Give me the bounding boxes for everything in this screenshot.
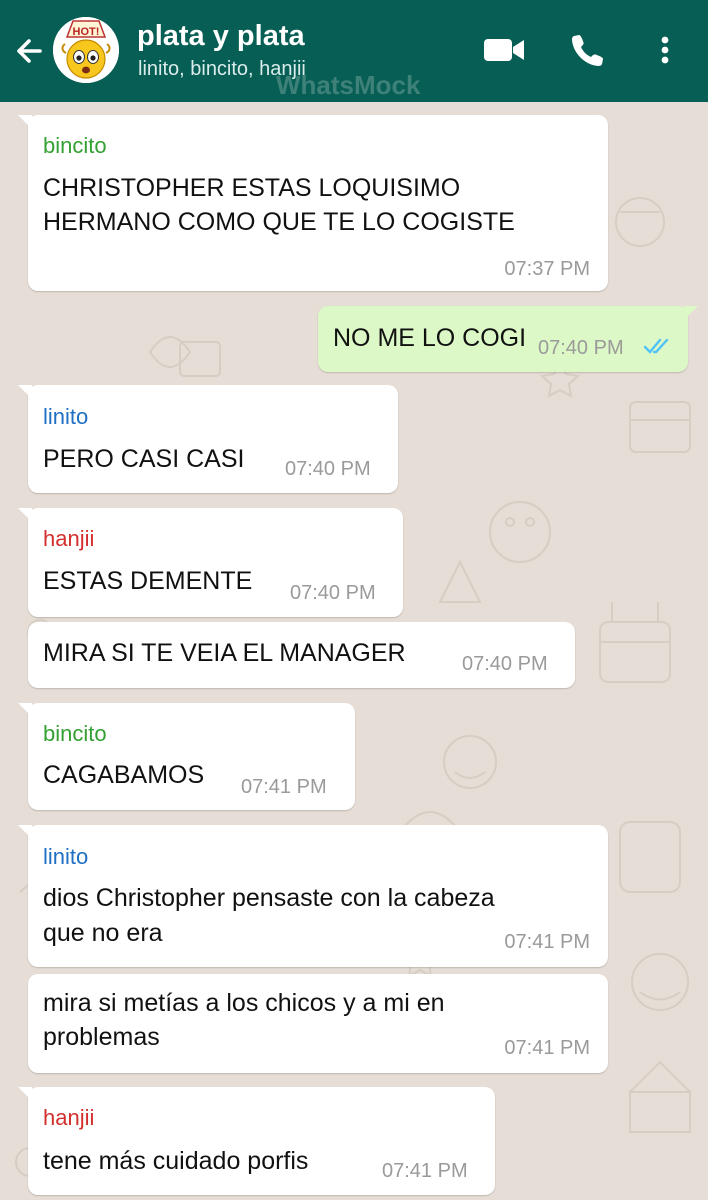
chat-area[interactable]: bincito CHRISTOPHER ESTAS LOQUISIMO HERM… [0,102,708,1200]
message-bubble[interactable]: hanjii ESTAS DEMENTE 07:40 PM [18,508,403,617]
phone-icon[interactable] [566,30,610,70]
sender-name[interactable]: bincito [43,721,107,747]
message-text: CAGABAMOS [43,761,205,789]
message-time: 07:41 PM [504,1037,590,1059]
message-bubble[interactable]: bincito CHRISTOPHER ESTAS LOQUISIMO HERM… [18,115,608,291]
message-text: PERO CASI CASI [43,445,245,473]
message-text: tene más cuidado porfis [43,1147,309,1175]
message-time: 07:40 PM [462,653,548,675]
bubble-tail [18,825,32,839]
message-text: problemas [43,1023,160,1051]
bubble-tail [684,306,698,320]
message-bubble[interactable]: linito dios Christopher pensaste con la … [18,825,608,967]
sender-name[interactable]: hanjii [43,1105,94,1131]
sender-name[interactable]: linito [43,844,88,870]
message-text: que no era [43,919,163,947]
message-time: 07:40 PM [538,337,624,359]
bubble-tail [18,703,32,717]
message-bubble-outgoing[interactable]: NO ME LO COGI 07:40 PM [318,306,698,372]
video-call-icon[interactable] [482,30,526,70]
message-time: 07:41 PM [382,1160,468,1182]
message-time: 07:41 PM [241,776,327,798]
group-avatar[interactable]: HOT! [53,17,119,83]
message-text: CHRISTOPHER ESTAS LOQUISIMO [43,174,461,202]
message-time: 07:40 PM [285,458,371,480]
sender-name[interactable]: hanjii [43,526,94,552]
back-arrow-icon[interactable] [10,31,50,71]
message-text: NO ME LO COGI [333,324,527,352]
message-time: 07:40 PM [290,582,376,604]
bubble-tail [18,508,32,522]
double-check-icon [643,338,669,354]
message-text: ESTAS DEMENTE [43,567,253,595]
message-text: HERMANO COMO QUE TE LO COGISTE [43,208,515,236]
more-vert-icon[interactable] [650,30,680,70]
message-time: 07:41 PM [504,931,590,953]
bubble-tail [18,115,32,129]
message-text: dios Christopher pensaste con la cabeza [43,884,495,912]
watermark: WhatsMock [276,70,421,100]
message-bubble[interactable]: linito PERO CASI CASI 07:40 PM [18,385,398,493]
emoji-avatar-image: HOT! [53,17,119,83]
message-text: MIRA SI TE VEIA EL MANAGER [43,639,406,667]
chat-header: HOT! plata y plata linito, bincito, hanj… [0,0,708,102]
bubble-tail [18,1087,32,1101]
svg-text:HOT!: HOT! [73,26,100,38]
message-bubble[interactable]: mira si metías a los chicos y a mi en pr… [28,974,608,1073]
chat-title[interactable]: plata y plata [137,20,305,53]
message-bubble[interactable]: MIRA SI TE VEIA EL MANAGER 07:40 PM [28,622,575,688]
sender-name[interactable]: linito [43,404,88,430]
bubble-tail [18,385,32,399]
message-bubble[interactable]: bincito CAGABAMOS 07:41 PM [18,703,355,810]
message-text: mira si metías a los chicos y a mi en [43,989,445,1017]
message-bubble[interactable]: hanjii tene más cuidado porfis 07:41 PM [18,1087,495,1195]
sender-name[interactable]: bincito [43,133,107,159]
message-time: 07:37 PM [504,258,590,280]
